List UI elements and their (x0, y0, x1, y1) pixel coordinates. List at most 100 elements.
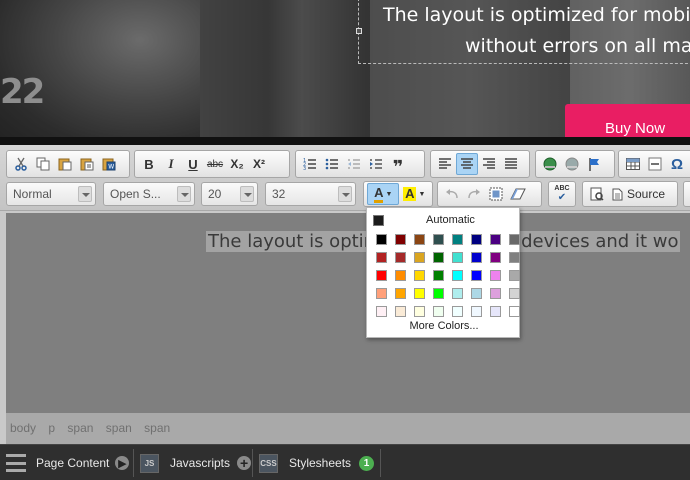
color-swatch[interactable] (448, 284, 467, 302)
color-swatch[interactable] (505, 230, 524, 248)
divider (380, 449, 381, 477)
color-swatch[interactable] (505, 248, 524, 266)
color-swatch[interactable] (467, 248, 486, 266)
color-swatch[interactable] (391, 284, 410, 302)
editor-content-area[interactable]: The layout is optimized for mobile devic… (6, 213, 690, 413)
paste-text-icon[interactable] (76, 153, 98, 175)
color-swatch[interactable] (505, 284, 524, 302)
font-size-value: 20 (208, 187, 222, 201)
source-button[interactable]: Source (608, 183, 669, 205)
paste-icon[interactable] (54, 153, 76, 175)
superscript-button[interactable]: X² (248, 153, 270, 175)
play-icon[interactable]: ▶ (115, 456, 130, 470)
color-swatch[interactable] (448, 248, 467, 266)
color-swatch[interactable] (486, 248, 505, 266)
subscript-button[interactable]: X₂ (226, 153, 248, 175)
color-swatch[interactable] (448, 230, 467, 248)
stylesheets-label: Stylesheets (289, 456, 352, 470)
align-left-icon[interactable] (434, 153, 456, 175)
javascripts-tab[interactable]: JS Javascripts + (140, 445, 252, 480)
select-all-icon[interactable] (485, 183, 507, 205)
color-swatch[interactable] (486, 266, 505, 284)
path-item-body[interactable]: body (10, 421, 36, 435)
bulleted-list-icon[interactable] (321, 153, 343, 175)
color-swatch[interactable] (391, 302, 410, 320)
color-swatch[interactable] (486, 230, 505, 248)
color-swatch[interactable] (467, 266, 486, 284)
copy-icon[interactable] (32, 153, 54, 175)
color-swatch[interactable] (410, 230, 429, 248)
paste-word-icon[interactable]: W (98, 153, 120, 175)
format-select[interactable]: Normal (6, 182, 96, 206)
path-item-p[interactable]: p (48, 421, 55, 435)
undo-icon[interactable] (441, 183, 463, 205)
link-icon[interactable] (539, 153, 561, 175)
font-size-select[interactable]: 20 (201, 182, 258, 206)
color-swatch[interactable] (410, 302, 429, 320)
color-swatch[interactable] (429, 266, 448, 284)
color-swatch[interactable] (372, 266, 391, 284)
color-swatch[interactable] (410, 284, 429, 302)
color-swatch[interactable] (505, 266, 524, 284)
color-swatch[interactable] (429, 284, 448, 302)
path-item-span[interactable]: span (106, 421, 132, 435)
path-item-span[interactable]: span (67, 421, 93, 435)
color-swatch[interactable] (448, 266, 467, 284)
justify-icon[interactable] (500, 153, 522, 175)
color-swatch[interactable] (448, 302, 467, 320)
redo-icon[interactable] (463, 183, 485, 205)
eraser-icon[interactable] (507, 183, 529, 205)
templates-icon[interactable] (586, 183, 608, 205)
anchor-flag-icon[interactable] (583, 153, 605, 175)
color-swatch[interactable] (505, 302, 524, 320)
color-swatch[interactable] (391, 230, 410, 248)
color-swatch[interactable] (372, 284, 391, 302)
color-swatch[interactable] (467, 230, 486, 248)
color-swatch[interactable] (410, 266, 429, 284)
add-icon[interactable]: + (237, 455, 252, 471)
automatic-color-option[interactable]: Automatic (371, 212, 515, 228)
color-swatch[interactable] (486, 284, 505, 302)
background-color-button[interactable]: A ▼ (399, 183, 429, 205)
horizontal-rule-icon[interactable] (644, 153, 666, 175)
spellcheck-button[interactable]: ABC ✔ (552, 183, 572, 205)
unlink-icon[interactable] (561, 153, 583, 175)
blockquote-icon[interactable]: ❞ (387, 153, 409, 177)
page-content-tab[interactable]: Page Content ▶ (6, 445, 130, 480)
javascripts-label: Javascripts (170, 456, 231, 470)
font-select[interactable]: Open S... (103, 182, 195, 206)
color-swatch[interactable] (372, 248, 391, 266)
align-right-icon[interactable] (478, 153, 500, 175)
line-height-select[interactable]: 32 (265, 182, 356, 206)
automatic-label: Automatic (426, 214, 475, 226)
color-swatch[interactable] (372, 230, 391, 248)
color-swatch[interactable] (391, 266, 410, 284)
outdent-icon[interactable] (343, 153, 365, 175)
stylesheets-tab[interactable]: CSS Stylesheets 1 (259, 445, 375, 480)
color-swatch[interactable] (467, 302, 486, 320)
path-item-span[interactable]: span (144, 421, 170, 435)
numbered-list-icon[interactable]: 123 (299, 153, 321, 175)
extra-group[interactable] (683, 181, 690, 207)
resize-handle[interactable] (356, 28, 362, 34)
color-swatch[interactable] (391, 248, 410, 266)
bold-button[interactable]: B (138, 153, 160, 175)
color-swatch[interactable] (410, 248, 429, 266)
table-icon[interactable] (622, 153, 644, 175)
color-swatch[interactable] (372, 302, 391, 320)
strikethrough-button[interactable]: abc (204, 153, 226, 175)
special-char-icon[interactable]: Ω (666, 153, 688, 175)
align-center-icon[interactable] (456, 153, 478, 175)
color-swatch[interactable] (429, 248, 448, 266)
color-swatch[interactable] (467, 284, 486, 302)
more-colors-button[interactable]: More Colors... (367, 320, 521, 332)
color-swatch[interactable] (429, 230, 448, 248)
cut-icon[interactable] (10, 153, 32, 175)
italic-button[interactable]: I (160, 153, 182, 175)
color-swatch[interactable] (429, 302, 448, 320)
underline-button[interactable]: U (182, 153, 204, 175)
color-swatch[interactable] (486, 302, 505, 320)
element-path: body p span span span (6, 413, 690, 444)
text-color-button[interactable]: A ▼ (367, 183, 400, 205)
indent-icon[interactable] (365, 153, 387, 175)
